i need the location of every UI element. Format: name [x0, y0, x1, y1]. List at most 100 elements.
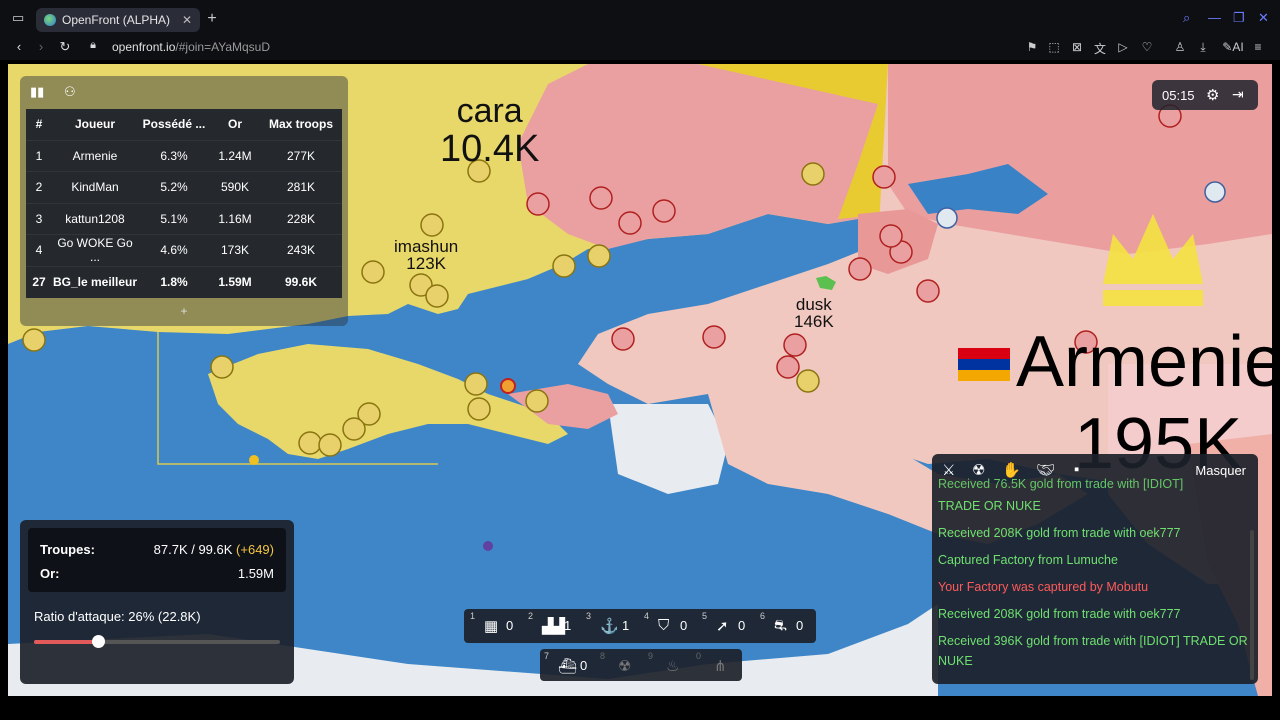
- hotkey: 0: [696, 651, 702, 661]
- slider-fill: [34, 640, 98, 644]
- leaderboard-row[interactable]: 3 kattun1208 5.1% 1.16M 228K: [26, 202, 342, 235]
- build-city-button[interactable]: 1 ▦ 0: [466, 609, 524, 643]
- count: 0: [796, 618, 804, 633]
- event-message: Received 208K gold from trade with oek77…: [938, 526, 1181, 540]
- city-icon: ▦: [484, 618, 499, 635]
- player-name-armenie: Armenie: [1016, 322, 1272, 402]
- player-troops: 10.4K: [440, 128, 540, 170]
- player-label-cara: cara 10.4K: [440, 94, 539, 168]
- armenia-flag-icon: [958, 348, 1010, 381]
- build-sam-launcher-button[interactable]: 6 ⛐ 0: [756, 609, 814, 643]
- url-field[interactable]: openfront.io/#join=AYaMqsuD: [112, 40, 270, 54]
- hotkey: 8: [600, 651, 606, 661]
- minimize-icon[interactable]: —: [1208, 10, 1221, 25]
- owned: 5.1%: [138, 202, 210, 235]
- hotkey: 1: [470, 611, 476, 621]
- team-icon[interactable]: ⚇: [64, 84, 76, 99]
- leaderboard-row[interactable]: 2 KindMan 5.2% 590K 281K: [26, 171, 342, 203]
- event-message: Received 396K gold from trade with [IDIO…: [938, 634, 1248, 668]
- event-message: Received 208K gold from trade with oek77…: [938, 607, 1181, 621]
- build-missile-silo-button[interactable]: 5 ➚ 0: [698, 609, 756, 643]
- events-list: Received 76.5K gold from trade with [IDI…: [938, 477, 1248, 678]
- gold: 1.59M: [210, 265, 260, 298]
- col-owned[interactable]: Possédé ...: [138, 109, 210, 140]
- attack-ratio-label: Ratio d'attaque: 26% (22.8K): [34, 609, 201, 624]
- menu-icon[interactable]: ≡: [1250, 40, 1266, 54]
- col-player[interactable]: Joueur: [52, 109, 138, 140]
- browser-tab-bar: ▭ OpenFront (ALPHA) ✕ + ⌕ — ❐ ✕: [0, 0, 1280, 36]
- events-scrollbar[interactable]: [1250, 530, 1254, 680]
- attack-ratio-slider[interactable]: [34, 635, 280, 648]
- browser-tab[interactable]: OpenFront (ALPHA) ✕: [36, 8, 200, 32]
- gold: 1.16M: [210, 202, 260, 235]
- gear-icon[interactable]: ⚙: [1206, 86, 1219, 104]
- account-icon[interactable]: ♙: [1172, 40, 1188, 54]
- player: Go WOKE Go ...: [52, 234, 138, 266]
- pin-icon[interactable]: ⚑: [1024, 40, 1040, 54]
- new-tab-button[interactable]: +: [204, 9, 220, 29]
- leaderboard-header: # Joueur Possédé ... Or Max troops: [26, 109, 342, 140]
- leaderboard-row-self[interactable]: 27 BG_le meilleur 1.8% 1.59M 99.6K: [26, 265, 342, 298]
- build-mirv-button[interactable]: 0 ⋔: [692, 649, 750, 681]
- leaderboard-icon[interactable]: ▮▮: [30, 84, 44, 99]
- gold-label: Or:: [40, 566, 60, 581]
- rank: 27: [26, 265, 52, 298]
- port-icon: ⚓: [600, 618, 619, 635]
- build-warship-button[interactable]: 7 ⛴ 0: [540, 649, 598, 681]
- hide-events-button[interactable]: Masquer: [1195, 463, 1246, 478]
- hotkey: 3: [586, 611, 592, 621]
- count: 1: [622, 618, 630, 633]
- heart-icon[interactable]: ♡: [1139, 40, 1155, 54]
- warship-icon: ⛴: [558, 658, 578, 675]
- download-icon[interactable]: ⤓: [1195, 40, 1211, 55]
- leaderboard-row[interactable]: 1 Armenie 6.3% 1.24M 277K: [26, 139, 342, 172]
- url-domain: openfront.io: [112, 40, 176, 54]
- col-rank[interactable]: #: [26, 109, 52, 140]
- reload-icon[interactable]: ↻: [56, 39, 74, 55]
- globe-icon: [44, 14, 56, 26]
- missile-silo-icon: ➚: [716, 618, 729, 635]
- hotkey: 7: [544, 651, 550, 661]
- build-port-button[interactable]: 3 ⚓ 1: [582, 609, 640, 643]
- gold: 1.24M: [210, 139, 260, 172]
- build-factory-button[interactable]: 2 ▟▟ 1: [524, 609, 582, 643]
- search-icon[interactable]: ⌕: [1183, 10, 1190, 26]
- back-icon[interactable]: ‹: [10, 39, 28, 54]
- hotkey: 4: [644, 611, 650, 621]
- lock-icon: 🔒︎: [90, 39, 96, 51]
- gold: 173K: [210, 234, 260, 266]
- hydrogen-bomb-icon: ♨: [666, 658, 680, 675]
- exit-icon[interactable]: ⇥: [1232, 86, 1244, 103]
- window-close-icon[interactable]: ✕: [1258, 10, 1269, 26]
- build-defense-post-button[interactable]: 4 ⛉ 0: [640, 609, 698, 643]
- col-max-troops[interactable]: Max troops: [260, 109, 342, 140]
- build-bar-secondary: 7 ⛴ 0 8 ☢ 9 ♨ 0 ⋔: [540, 649, 742, 681]
- max-troops: 277K: [260, 139, 342, 172]
- forward-icon[interactable]: ›: [32, 39, 50, 54]
- translate-icon[interactable]: 文: [1092, 40, 1108, 57]
- player-name: cara: [456, 92, 523, 130]
- rank: 3: [26, 202, 52, 235]
- player: Armenie: [52, 139, 138, 172]
- close-tab-icon[interactable]: ✕: [182, 8, 192, 32]
- play-icon[interactable]: ▷: [1115, 40, 1131, 54]
- count: 0: [580, 658, 588, 673]
- ai-icon[interactable]: ✎AI: [1220, 40, 1246, 54]
- flag-stripe-red: [958, 348, 1010, 359]
- adblock-icon[interactable]: ⊠: [1069, 40, 1085, 54]
- max-troops: 281K: [260, 171, 342, 203]
- player-troops: 146K: [794, 312, 834, 331]
- screenshot-icon[interactable]: ⬚: [1046, 40, 1062, 54]
- slider-handle[interactable]: [91, 635, 105, 648]
- player-name: imashun: [394, 237, 459, 256]
- player: BG_le meilleur: [52, 265, 138, 298]
- expand-leaderboard-button[interactable]: +: [20, 304, 348, 318]
- restore-icon[interactable]: ❐: [1233, 10, 1245, 26]
- tab-actions-icon[interactable]: ▭: [12, 10, 24, 26]
- leaderboard-row[interactable]: 4 Go WOKE Go ... 4.6% 173K 243K: [26, 234, 342, 266]
- max-troops: 228K: [260, 202, 342, 235]
- address-bar: ‹ › ↻ 🔒︎ openfront.io/#join=AYaMqsuD ⚑ ⬚…: [0, 36, 1280, 60]
- url-path: /#join=AYaMqsuD: [175, 40, 270, 54]
- event-message: Captured Factory from Lumuche: [938, 553, 1118, 567]
- col-gold[interactable]: Or: [210, 109, 260, 140]
